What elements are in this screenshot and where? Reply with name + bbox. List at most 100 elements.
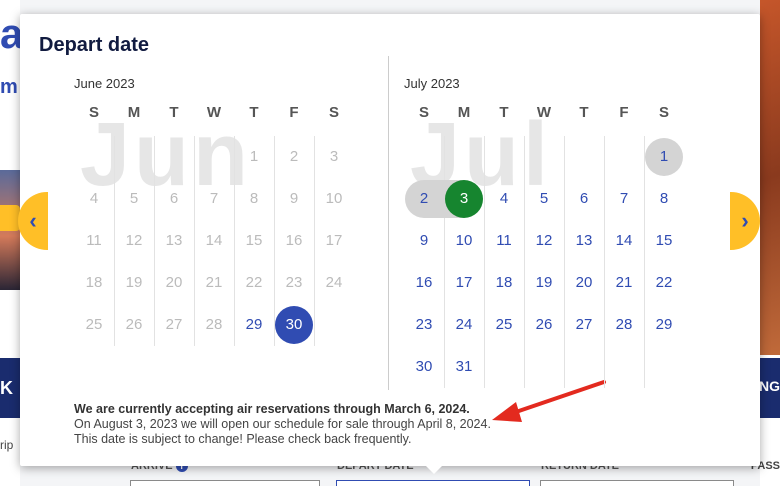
day-cell[interactable]: 26 xyxy=(524,304,564,346)
weekday-label: T xyxy=(499,104,509,121)
day-number: 30 xyxy=(415,358,433,375)
day-cell[interactable]: 27 xyxy=(564,304,604,346)
day-number: 18 xyxy=(85,274,103,291)
day-cell[interactable]: 10 xyxy=(444,220,484,262)
day-cell[interactable]: 13 xyxy=(564,220,604,262)
day-cell[interactable]: 31 xyxy=(444,346,484,388)
day-number: 13 xyxy=(165,232,183,249)
month-label: July 2023 xyxy=(404,76,460,91)
day-cell[interactable]: 7 xyxy=(604,178,644,220)
day-number: 16 xyxy=(415,274,433,291)
day-number: 6 xyxy=(169,190,179,207)
day-cell[interactable]: 2 xyxy=(404,178,444,220)
day-number: 28 xyxy=(615,316,633,333)
day-cell[interactable]: 29 xyxy=(644,304,684,346)
day-cell: 9 xyxy=(274,178,314,220)
day-number: 10 xyxy=(455,232,473,249)
day-number: 2 xyxy=(419,190,429,207)
day-cell[interactable]: 17 xyxy=(444,262,484,304)
day-cell: 11 xyxy=(74,220,114,262)
day-number: 1 xyxy=(249,148,259,165)
weekday-label: T xyxy=(579,104,589,121)
month-divider xyxy=(388,56,389,390)
day-cell[interactable]: 23 xyxy=(404,304,444,346)
day-number: 17 xyxy=(455,274,473,291)
day-cell[interactable]: 24 xyxy=(444,304,484,346)
day-cell[interactable]: 5 xyxy=(524,178,564,220)
day-cell: 4 xyxy=(74,178,114,220)
depart-date-modal: Depart date Jun June 2023 S M T W T F S … xyxy=(20,14,760,474)
weekday-label: S xyxy=(418,104,429,121)
weekday-label: F xyxy=(619,104,629,121)
day-number: 23 xyxy=(415,316,433,333)
day-number: 20 xyxy=(575,274,593,291)
depart-date-field[interactable] xyxy=(336,480,530,486)
day-number: 30 xyxy=(285,316,303,333)
day-cell[interactable]: 29 xyxy=(234,304,274,346)
day-number: 15 xyxy=(655,232,673,249)
day-cell[interactable]: 8 xyxy=(644,178,684,220)
weekday-label: F xyxy=(289,104,299,121)
day-cell[interactable]: 14 xyxy=(604,220,644,262)
day-number: 4 xyxy=(89,190,99,207)
day-cell[interactable]: 19 xyxy=(524,262,564,304)
day-cell: 26 xyxy=(114,304,154,346)
trip-label: rip xyxy=(0,438,14,452)
weekday-label: M xyxy=(127,104,141,121)
weekday-label: T xyxy=(169,104,179,121)
day-cell[interactable]: 18 xyxy=(484,262,524,304)
day-number: 22 xyxy=(655,274,673,291)
day-cell: 7 xyxy=(194,178,234,220)
day-number: 26 xyxy=(535,316,553,333)
day-number: 27 xyxy=(165,316,183,333)
day-cell[interactable]: 1 xyxy=(644,136,684,178)
day-number: 19 xyxy=(125,274,143,291)
day-cell[interactable]: 20 xyxy=(564,262,604,304)
day-number: 21 xyxy=(205,274,223,291)
day-cell[interactable]: 15 xyxy=(644,220,684,262)
return-date-field[interactable] xyxy=(540,480,734,486)
notice-line: This date is subject to change! Please c… xyxy=(74,432,412,446)
book-button[interactable] xyxy=(0,205,20,231)
day-cell[interactable]: 12 xyxy=(524,220,564,262)
day-number: 11 xyxy=(496,232,512,249)
weekday-label: W xyxy=(536,104,552,121)
day-cell[interactable]: 16 xyxy=(404,262,444,304)
day-cell[interactable]: 4 xyxy=(484,178,524,220)
day-cell[interactable]: 28 xyxy=(604,304,644,346)
day-cell: 12 xyxy=(114,220,154,262)
day-number: 7 xyxy=(209,190,219,207)
day-cell: 19 xyxy=(114,262,154,304)
day-cell: 27 xyxy=(154,304,194,346)
day-cell[interactable]: 9 xyxy=(404,220,444,262)
day-cell[interactable]: 30 xyxy=(274,304,314,346)
day-number: 4 xyxy=(499,190,509,207)
day-cell: 3 xyxy=(314,136,354,178)
day-number: 6 xyxy=(579,190,589,207)
day-cell[interactable]: 30 xyxy=(404,346,444,388)
day-cell[interactable]: 22 xyxy=(644,262,684,304)
day-number: 11 xyxy=(86,232,102,249)
day-cell: 28 xyxy=(194,304,234,346)
day-cell: 14 xyxy=(194,220,234,262)
day-number: 3 xyxy=(329,148,339,165)
day-number: 19 xyxy=(535,274,553,291)
day-number: 31 xyxy=(455,358,473,375)
day-cell: 24 xyxy=(314,262,354,304)
day-number: 24 xyxy=(325,274,343,291)
day-cell[interactable]: 25 xyxy=(484,304,524,346)
day-cell[interactable]: 11 xyxy=(484,220,524,262)
day-cell[interactable]: 6 xyxy=(564,178,604,220)
day-cell[interactable]: 21 xyxy=(604,262,644,304)
day-cell[interactable]: 3 xyxy=(444,178,484,220)
day-cell: 22 xyxy=(234,262,274,304)
arrive-field[interactable] xyxy=(130,480,320,486)
notice-bold-line: We are currently accepting air reservati… xyxy=(74,402,470,416)
day-number: 5 xyxy=(129,190,139,207)
day-number: 9 xyxy=(419,232,429,249)
day-number: 18 xyxy=(495,274,513,291)
weekday-label: W xyxy=(206,104,222,121)
day-cell: 2 xyxy=(274,136,314,178)
day-number: 22 xyxy=(245,274,263,291)
day-number: 10 xyxy=(325,190,343,207)
